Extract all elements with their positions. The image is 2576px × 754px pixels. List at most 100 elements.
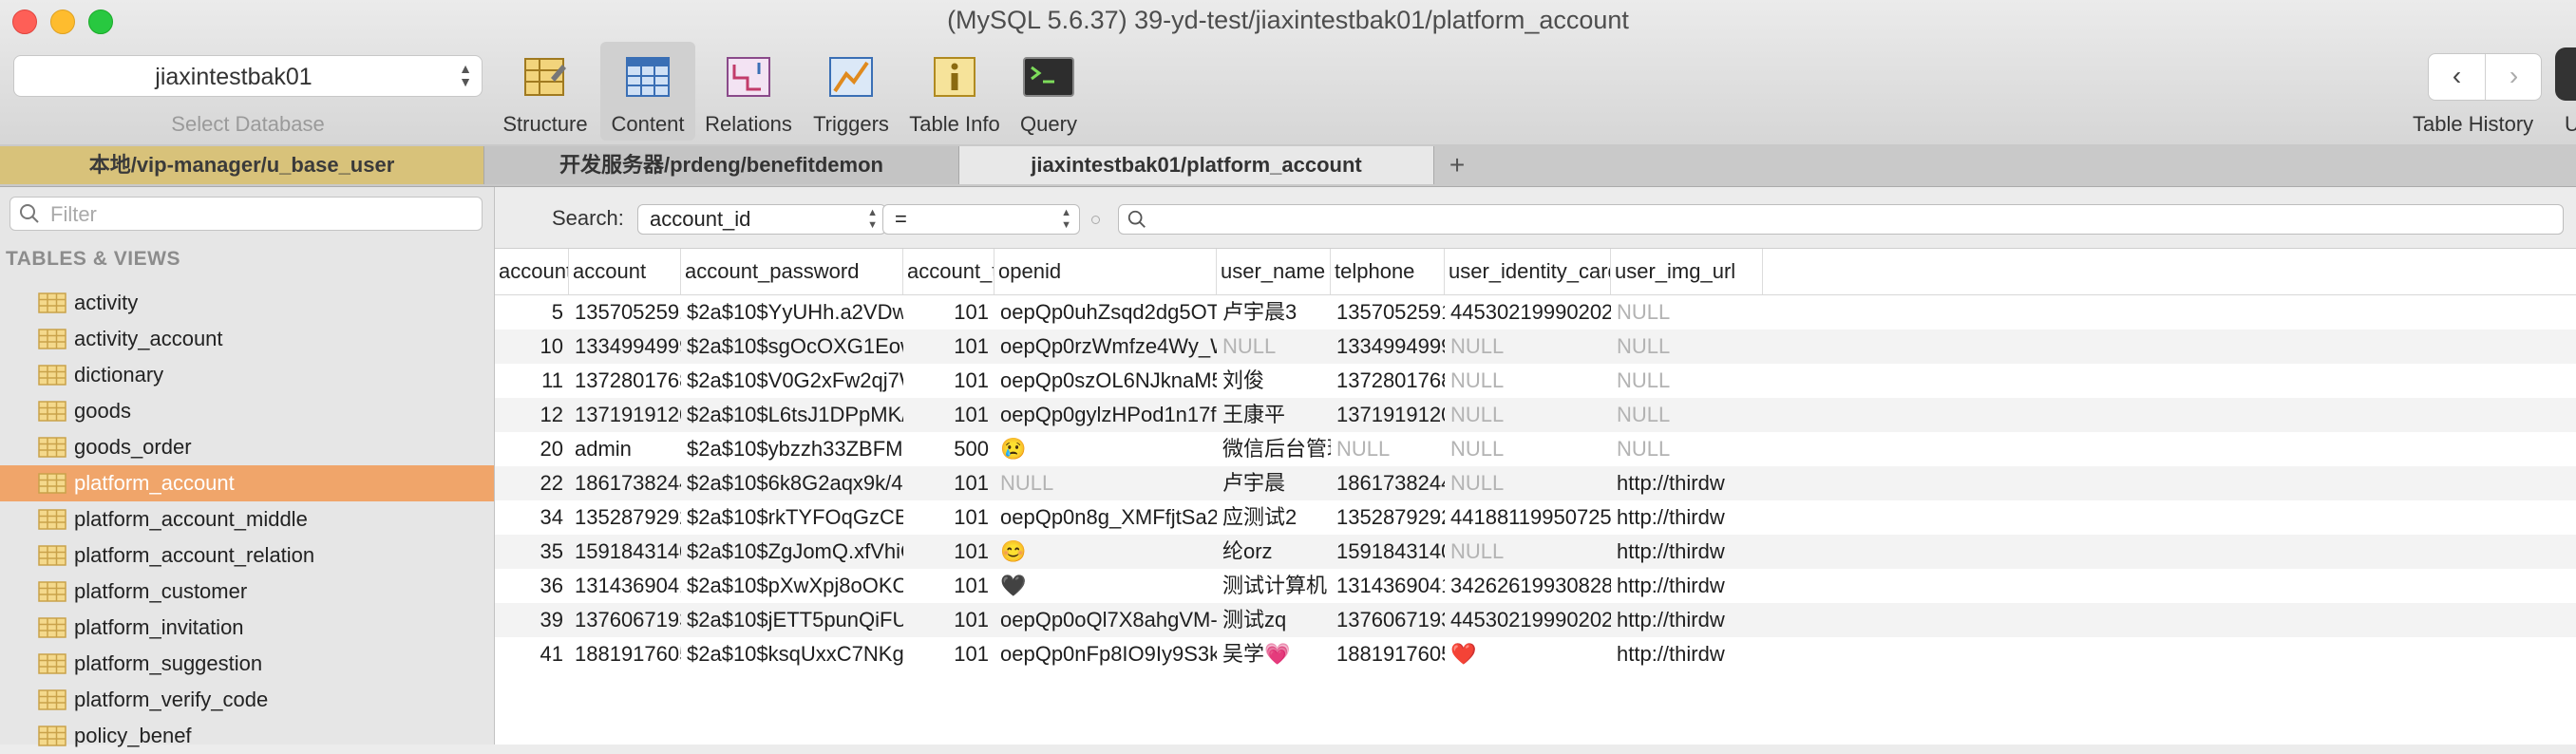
table-cell[interactable]: 101 xyxy=(903,295,994,330)
sidebar-table-item[interactable]: activity_account xyxy=(0,321,494,357)
relations-button[interactable]: Relations xyxy=(699,42,798,141)
sidebar-table-item[interactable]: platform_suggestion xyxy=(0,646,494,682)
table-cell[interactable]: 微信后台管理员 xyxy=(1217,432,1331,466)
table-cell[interactable]: 5 xyxy=(495,295,569,330)
table-cell[interactable]: http://thirdw xyxy=(1611,466,1763,500)
table-cell[interactable]: 101 xyxy=(903,466,994,500)
table-cell[interactable]: oepQp0n8g_XMFfjtSa2mUn-EQBFM xyxy=(994,500,1217,535)
table-cell[interactable]: 纶orz xyxy=(1217,535,1331,569)
table-cell[interactable]: $2a$10$6k8G2aqx9k/4.Q8k6Aw1... xyxy=(681,466,903,500)
sidebar-table-item[interactable]: dictionary xyxy=(0,357,494,393)
structure-button[interactable]: Structure xyxy=(496,42,595,141)
table-cell[interactable]: 441881199507257215 xyxy=(1445,500,1611,535)
table-cell[interactable]: 342626199308285629 xyxy=(1445,569,1611,603)
sidebar-table-item[interactable]: policy_benef xyxy=(0,718,494,754)
table-row[interactable]: 3515918431402$2a$10$ZgJomQ.xfVhiOIWN8kC5… xyxy=(495,535,2576,569)
history-forward-button[interactable]: › xyxy=(2486,54,2542,100)
table-cell[interactable]: 18617382440 xyxy=(1331,466,1445,500)
sidebar-table-item[interactable]: platform_invitation xyxy=(0,610,494,646)
table-cell[interactable]: http://thirdw xyxy=(1611,637,1763,671)
column-header[interactable]: account xyxy=(569,249,681,294)
table-cell[interactable]: NULL xyxy=(994,466,1217,500)
table-row[interactable]: 3913760671936$2a$10$jETT5punQiFU.HqTf1is… xyxy=(495,603,2576,637)
table-cell[interactable]: 18617382440 xyxy=(569,466,681,500)
table-cell[interactable]: 13570525911 xyxy=(569,295,681,330)
table-cell[interactable]: 34 xyxy=(495,500,569,535)
table-cell[interactable]: 13760671936 xyxy=(1331,603,1445,637)
column-header[interactable]: user_img_url xyxy=(1611,249,1763,294)
filter-input[interactable] xyxy=(48,200,470,229)
table-cell[interactable]: $2a$10$rkTYFOqGzCBsupJJ162c... xyxy=(681,500,903,535)
table-row[interactable]: 4118819176050$2a$10$ksqUxxC7NKg.lNBv.fub… xyxy=(495,637,2576,671)
column-header[interactable]: user_name xyxy=(1217,249,1331,294)
table-cell[interactable]: 20 xyxy=(495,432,569,466)
table-row[interactable]: 1113728017688$2a$10$V0G2xFw2qj7WJ/0MgsPu… xyxy=(495,364,2576,398)
table-cell[interactable]: 15918431402 xyxy=(569,535,681,569)
table-cell[interactable]: NULL xyxy=(1445,432,1611,466)
table-cell[interactable]: 13143690418 xyxy=(1331,569,1445,603)
table-cell[interactable]: NULL xyxy=(1611,398,1763,432)
table-cell[interactable]: 13570525911 xyxy=(1331,295,1445,330)
column-header[interactable]: account_id xyxy=(495,249,569,294)
tab-dev-benefitdemon[interactable]: 开发服务器/prdeng/benefitdemon xyxy=(484,146,959,184)
table-cell[interactable]: oepQp0nFp8IO9Iy9S3kwM2POzXIY xyxy=(994,637,1217,671)
table-cell[interactable]: 13719191201 xyxy=(569,398,681,432)
table-cell[interactable]: 13143690418 xyxy=(569,569,681,603)
table-cell[interactable]: NULL xyxy=(1445,330,1611,364)
sidebar-table-item[interactable]: goods_order xyxy=(0,429,494,465)
table-cell[interactable]: admin xyxy=(569,432,681,466)
sidebar-table-item[interactable]: platform_verify_code xyxy=(0,682,494,718)
table-row[interactable]: 1013349949997$2a$10$sgOcOXG1EowA30wsWkb.… xyxy=(495,330,2576,364)
table-cell[interactable]: NULL xyxy=(1611,295,1763,330)
table-cell[interactable]: 🖤 xyxy=(994,569,1217,603)
table-cell[interactable]: 101 xyxy=(903,535,994,569)
table-cell[interactable]: 35 xyxy=(495,535,569,569)
table-cell[interactable]: 13349949997 xyxy=(1331,330,1445,364)
table-cell[interactable]: 101 xyxy=(903,330,994,364)
column-header[interactable]: account_type xyxy=(903,249,994,294)
table-cell[interactable]: NULL xyxy=(1445,398,1611,432)
table-cell[interactable]: 18819176050 xyxy=(569,637,681,671)
table-row[interactable]: 1213719191201$2a$10$L6tsJ1DPpMK/EJfuWiEg… xyxy=(495,398,2576,432)
column-header[interactable]: telphone xyxy=(1331,249,1445,294)
triggers-button[interactable]: Triggers xyxy=(802,42,900,141)
table-cell[interactable]: oepQp0uhZsqd2dg5OTDW2QdwAeJw xyxy=(994,295,1217,330)
table-cell[interactable]: 13719191201 xyxy=(1331,398,1445,432)
table-cell[interactable]: oepQp0gylzHPod1n17fmzGFk5MGo xyxy=(994,398,1217,432)
table-cell[interactable]: 13728017688 xyxy=(569,364,681,398)
table-cell[interactable]: http://thirdw xyxy=(1611,500,1763,535)
table-cell[interactable]: $2a$10$sgOcOXG1EowA30wsWkb... xyxy=(681,330,903,364)
table-cell[interactable]: 101 xyxy=(903,603,994,637)
table-cell[interactable]: 101 xyxy=(903,637,994,671)
table-cell[interactable]: 36 xyxy=(495,569,569,603)
table-cell[interactable]: $2a$10$ksqUxxC7NKg.lNBv.fubG... xyxy=(681,637,903,671)
table-cell[interactable]: $2a$10$V0G2xFw2qj7WJ/0MgsPu... xyxy=(681,364,903,398)
table-cell[interactable]: 测试计算机 xyxy=(1217,569,1331,603)
table-cell[interactable]: 😢 xyxy=(994,432,1217,466)
table-cell[interactable]: oepQp0rzWmfze4Wy_WFRoAMrap18 xyxy=(994,330,1217,364)
column-header[interactable]: user_identity_card xyxy=(1445,249,1611,294)
table-cell[interactable]: NULL xyxy=(1331,432,1445,466)
table-cell[interactable]: 13760671936 xyxy=(569,603,681,637)
table-cell[interactable]: 445302199902020040 xyxy=(1445,603,1611,637)
table-cell[interactable]: $2a$10$pXwXpj8oOKOgHWSfXRC... xyxy=(681,569,903,603)
table-cell[interactable]: 500 xyxy=(903,432,994,466)
table-cell[interactable]: 卢宇晨3 xyxy=(1217,295,1331,330)
table-cell[interactable]: 13528792929 xyxy=(1331,500,1445,535)
table-cell[interactable]: NULL xyxy=(1611,364,1763,398)
search-field-select[interactable]: account_id ▲ ▼ xyxy=(637,204,886,235)
table-cell[interactable]: 101 xyxy=(903,500,994,535)
table-cell[interactable]: 13728017688 xyxy=(1331,364,1445,398)
content-button[interactable]: Content xyxy=(600,42,695,141)
table-cell[interactable]: $2a$10$ybzzh33ZBFMUaPx3Ts5L... xyxy=(681,432,903,466)
table-cell[interactable]: $2a$10$jETT5punQiFU.HqTf1is8O... xyxy=(681,603,903,637)
table-cell[interactable]: 13349949997 xyxy=(569,330,681,364)
table-cell[interactable]: 10 xyxy=(495,330,569,364)
history-back-button[interactable]: ‹ xyxy=(2429,54,2486,100)
table-cell[interactable]: 13528792929 xyxy=(569,500,681,535)
table-cell[interactable]: 王康平 xyxy=(1217,398,1331,432)
table-cell[interactable]: 22 xyxy=(495,466,569,500)
table-row[interactable]: 3413528792929$2a$10$rkTYFOqGzCBsupJJ162c… xyxy=(495,500,2576,535)
table-cell[interactable]: http://thirdw xyxy=(1611,535,1763,569)
table-cell[interactable]: oepQp0oQl7X8ahgVM-xKZJZtWoyl xyxy=(994,603,1217,637)
